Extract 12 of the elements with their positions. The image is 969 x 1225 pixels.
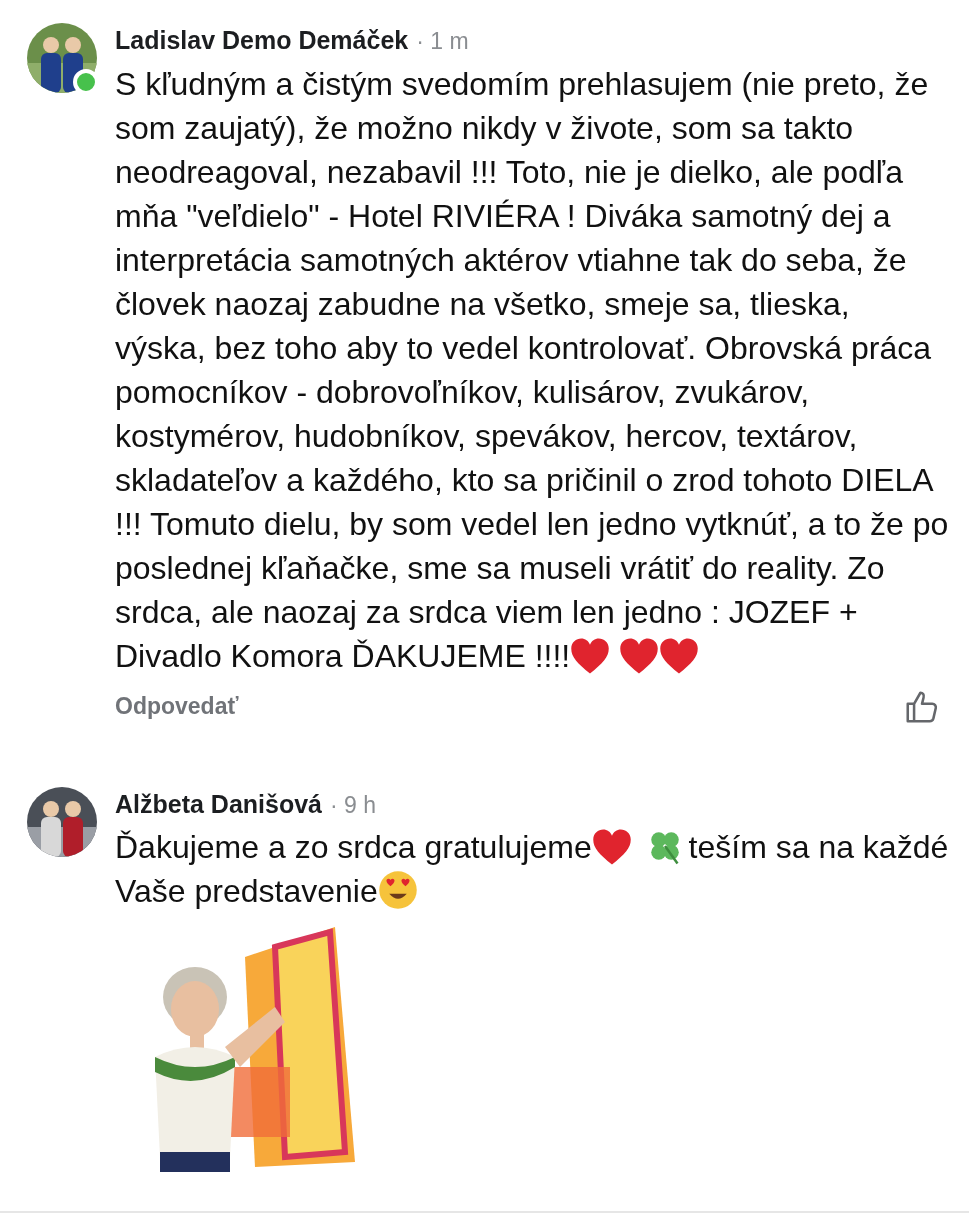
comment-text: S kľudným a čistým svedomím prehlasujem (nie preto, že som zaujatý), že možno nikdy v živote, som sa takto neodreagoval, nezabavil !!! Toto, nie je dielko, ale podľa mňa "veľdielo" - Hotel RIVIÉRA ! Diváka samotný dej a interpretácia samotných aktérov vtiahne tak do seba, že človek naozaj zabudne na všetko, smeje sa, tlieska, výska, bez toho aby to vedel kontrolovať. Obrovská práca pomocníkov - dobrovoľníkov, kulisárov, zvukárov, kostymérov, hudobníkov, spevákov, hercov, textárov, skladateľov a každého, kto sa pričinil o zrod tohoto DIELA !!! Tomuto dielu, by som vedel len jedno vytknúť, a to že po poslednej kľaňačke, sme sa museli vrátiť do reality. Zo srdca, ale naozaj za srdca viem len jedno : JOZEF + Divadlo Komora ĎAKUJEME !!!! [115, 64, 949, 677]
comment-time: · 1 m [416, 27, 469, 56]
heart-icon [570, 636, 611, 675]
reply-link[interactable]: Odpovedať [115, 689, 239, 724]
comment-text: Ďakujeme a zo srdca gratulujeme teším sa na každé Vaše predstavenie [115, 825, 949, 913]
heart-icon [591, 828, 632, 866]
heart-eyes-emoji-icon [377, 870, 418, 910]
author-name[interactable]: Ladislav Demo Demáček [115, 22, 409, 60]
comment-time: · 9 h [330, 790, 377, 820]
heart-icon [619, 636, 660, 675]
heart-icon [659, 636, 700, 675]
author-name[interactable]: Alžbeta Danišová [115, 785, 322, 823]
